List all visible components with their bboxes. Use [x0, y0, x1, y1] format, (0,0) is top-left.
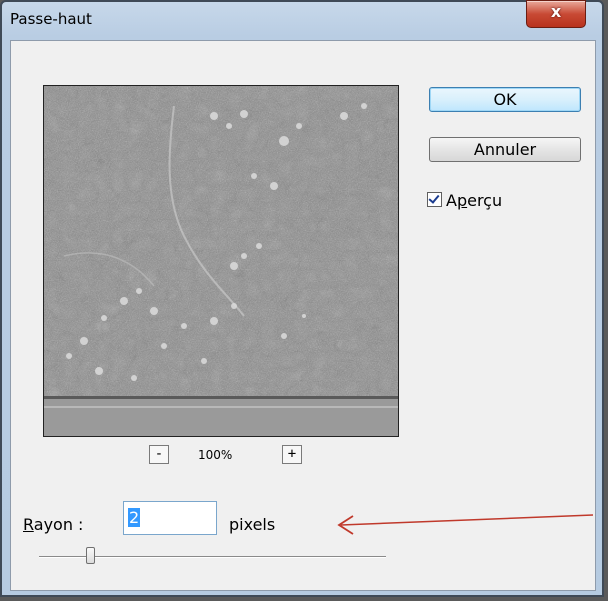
radius-label: Rayon :: [23, 515, 83, 534]
radius-input[interactable]: 2: [123, 501, 217, 535]
preview-checkbox[interactable]: Aperçu: [427, 191, 502, 210]
zoom-level: 100%: [198, 448, 233, 462]
preview-label-post: erçu: [467, 191, 503, 210]
preview-label-pre: A: [446, 191, 457, 210]
radius-slider-thumb[interactable]: [86, 547, 95, 564]
radius-label-accel: R: [23, 515, 34, 534]
radius-label-rest: ayon :: [33, 515, 84, 534]
radius-value: 2: [128, 508, 141, 527]
title-bar[interactable]: Passe-haut x: [2, 0, 602, 40]
close-button[interactable]: x: [526, 0, 586, 28]
preview-label-accel: p: [456, 191, 468, 210]
ok-button[interactable]: OK: [429, 87, 581, 112]
zoom-out-button[interactable]: -: [149, 445, 169, 464]
zoom-in-button[interactable]: +: [282, 445, 302, 464]
preview-texture: [44, 86, 398, 436]
checkbox-icon[interactable]: [427, 192, 442, 207]
dialog-body: - 100% + OK Annuler Aperçu Rayon : 2 pix…: [10, 40, 596, 591]
annotation-arrow-icon: [337, 514, 593, 535]
dialog-title: Passe-haut: [10, 10, 92, 28]
filter-preview-image[interactable]: [43, 85, 399, 437]
cancel-button[interactable]: Annuler: [429, 137, 581, 162]
radius-unit: pixels: [229, 515, 276, 534]
close-icon: x: [550, 2, 562, 21]
dialog-window: Passe-haut x - 100% + OK Annuler Aperçu …: [0, 0, 604, 597]
